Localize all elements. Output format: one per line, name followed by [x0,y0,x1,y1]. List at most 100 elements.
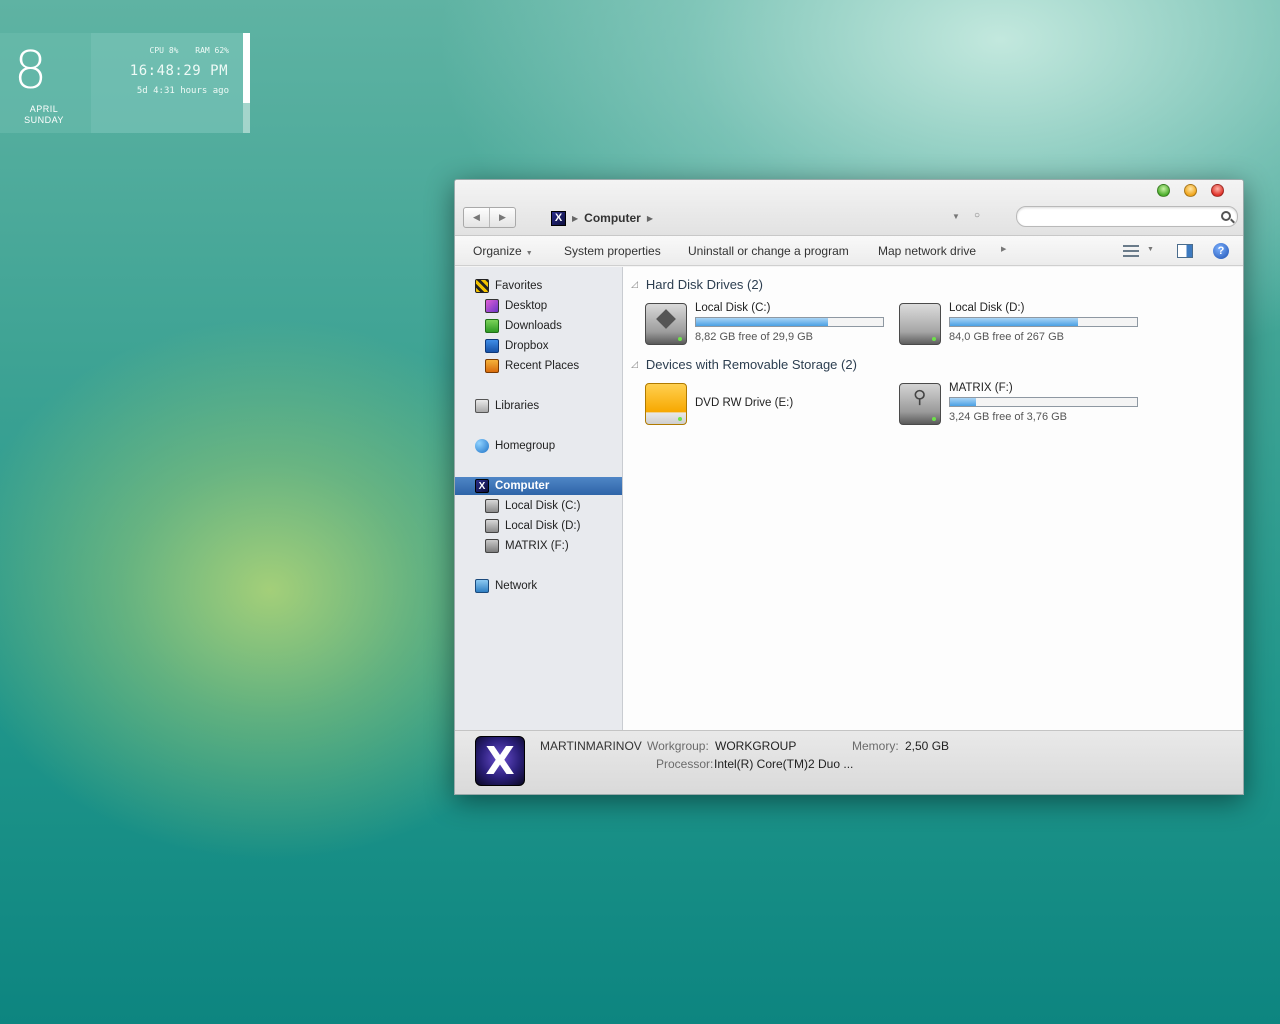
dropbox-icon [485,339,499,353]
address-dropdown-icon[interactable]: ▼ [952,212,960,221]
nav-item-downloads[interactable]: Downloads [455,317,622,335]
processor-label: Processor: [656,757,714,771]
explorer-window: ◀ ▶ X ▶ Computer ▶ ▼ ○ Organize ▼ System … [454,179,1244,795]
chevron-down-icon: ▼ [525,250,533,257]
widget-ram: RAM 62% [195,46,229,55]
windows-drive-icon [645,303,687,345]
computer-logo-icon: X [475,736,525,786]
nav-label: Local Disk (D:) [505,520,581,532]
forward-button[interactable]: ▶ [489,208,515,227]
view-options-icon[interactable] [1123,244,1139,258]
drive-free-space: 84,0 GB free of 267 GB [949,331,1064,343]
group-title: Devices with Removable Storage (2) [645,357,857,372]
nav-buttons: ◀ ▶ [463,207,516,228]
drive-usage-bar [949,317,1138,327]
minimize-button[interactable] [1184,184,1197,197]
search-input[interactable] [1027,209,1217,225]
drive-usage-fill [950,398,976,406]
nav-item-local-disk-c[interactable]: Local Disk (C:) [455,497,622,515]
breadcrumb-chevron-icon[interactable]: ▶ [572,214,578,223]
drive-usage-fill [696,318,828,326]
system-properties-button[interactable]: System properties [564,244,661,258]
widget-month: APRIL [29,104,59,114]
drive-name: DVD RW Drive (E:) [695,397,794,409]
downloads-icon [485,319,499,333]
nav-label: Local Disk (C:) [505,500,581,512]
nav-item-favorites[interactable]: Favorites [455,277,622,295]
nav-label: Computer [495,480,550,492]
breadcrumb-chevron-icon[interactable]: ▶ [647,214,653,223]
computer-name: MARTINMARINOV [540,739,642,753]
more-commands-icon[interactable]: ▶ [1001,245,1006,253]
collapse-icon[interactable]: ◿ [631,279,638,290]
desktop-icon [485,299,499,313]
breadcrumb-computer[interactable]: Computer [584,211,641,225]
widget-date-panel: 8 APRIL SUNDAY [0,33,91,133]
organize-label: Organize [473,244,522,258]
computer-icon: X [551,210,566,226]
map-network-drive-button[interactable]: Map network drive [878,244,976,258]
nav-item-dropbox[interactable]: Dropbox [455,337,622,355]
back-button[interactable]: ◀ [464,208,489,227]
title-bar: ◀ ▶ X ▶ Computer ▶ ▼ ○ [455,180,1243,236]
drive-usage-bar [949,397,1138,407]
hard-disk-icon [899,303,941,345]
back-arrow-icon: ◀ [473,212,480,222]
drive-local-disk-c[interactable]: Local Disk (C:) 8,82 GB free of 29,9 GB [645,301,895,349]
hard-disk-icon [485,499,499,513]
nav-item-network[interactable]: Network [455,577,622,595]
nav-item-libraries[interactable]: Libraries [455,397,622,415]
close-button[interactable] [1211,184,1224,197]
dvd-drive-icon [645,383,687,425]
nav-item-local-disk-d[interactable]: Local Disk (D:) [455,517,622,535]
group-header-removable-storage[interactable]: ◿ Devices with Removable Storage (2) [631,357,857,372]
collapse-icon[interactable]: ◿ [631,359,638,370]
favorites-icon [475,279,489,293]
nav-label: Favorites [495,280,543,292]
drive-free-space: 3,24 GB free of 3,76 GB [949,411,1068,423]
nav-item-homegroup[interactable]: Homegroup [455,437,622,455]
memory-label: Memory: [852,739,899,753]
widget-weekday: SUNDAY [24,115,64,125]
navigation-pane: Favorites Desktop Downloads Dropbox Rece… [455,267,623,730]
nav-label: Homegroup [495,440,556,452]
recent-places-icon [485,359,499,373]
chevron-down-icon[interactable]: ▼ [1147,246,1154,253]
search-icon[interactable] [1221,211,1231,221]
uninstall-program-button[interactable]: Uninstall or change a program [688,244,849,258]
nav-item-computer[interactable]: X Computer [455,477,622,495]
hard-disk-icon [485,519,499,533]
memory-value: 2,50 GB [905,739,950,753]
widget-level-bar [243,33,250,133]
drive-local-disk-d[interactable]: Local Disk (D:) 84,0 GB free of 267 GB [899,301,1149,349]
widget-uptime: 5d 4:31 hours ago [136,86,229,96]
help-icon[interactable]: ? [1213,243,1229,259]
nav-item-recent-places[interactable]: Recent Places [455,357,622,375]
computer-icon: X [475,479,489,493]
nav-label: MATRIX (F:) [505,540,569,552]
drive-matrix-f[interactable]: MATRIX (F:) 3,24 GB free of 3,76 GB [899,381,1149,429]
nav-label: Downloads [505,320,562,332]
nav-item-matrix[interactable]: MATRIX (F:) [455,537,622,555]
group-header-hard-disk-drives[interactable]: ◿ Hard Disk Drives (2) [631,277,763,292]
search-box[interactable] [1016,206,1238,227]
drive-name: MATRIX (F:) [949,382,1013,394]
refresh-icon[interactable]: ○ [974,210,980,221]
widget-time: 16:48:29 PM [129,63,228,79]
forward-arrow-icon: ▶ [499,212,506,222]
homegroup-icon [475,439,489,453]
content-pane: ◿ Hard Disk Drives (2) Local Disk (C:) 8… [623,267,1243,730]
preview-pane-icon[interactable] [1177,244,1193,258]
desktop-widget: 8 APRIL SUNDAY CPU 8% RAM 62% 16:48:29 P… [0,33,250,133]
usb-drive-icon [899,383,941,425]
nav-item-desktop[interactable]: Desktop [455,297,622,315]
widget-info-panel: CPU 8% RAM 62% 16:48:29 PM 5d 4:31 hours… [91,33,243,133]
drive-usage-bar [695,317,884,327]
details-pane: X MARTINMARINOV Workgroup: WORKGROUP Mem… [455,730,1243,794]
address-bar[interactable]: X ▶ Computer ▶ [551,209,659,227]
maximize-button[interactable] [1157,184,1170,197]
drive-name: Local Disk (C:) [695,302,771,314]
organize-button[interactable]: Organize ▼ [473,244,533,258]
drive-dvd-rw-e[interactable]: DVD RW Drive (E:) [645,381,895,429]
drive-name: Local Disk (D:) [949,302,1025,314]
